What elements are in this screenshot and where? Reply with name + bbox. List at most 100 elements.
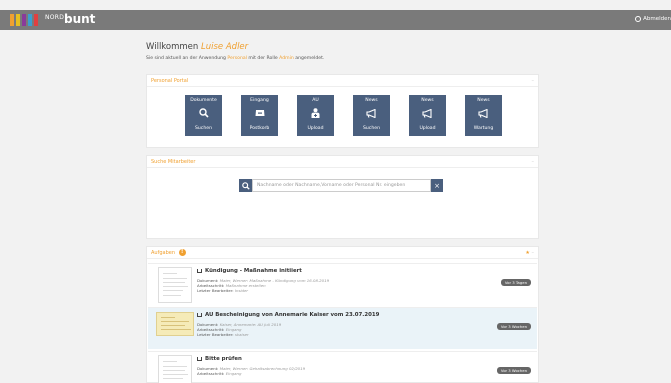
- thumb-line: [163, 378, 183, 379]
- step-label: Arbeitsschritt:: [197, 371, 225, 376]
- task-age-badge: Vor 3 Wochen: [496, 367, 531, 374]
- panel-title: Personal Portal: [151, 78, 189, 84]
- panel-header: Suche Mitarbeiter –: [147, 156, 538, 168]
- logo-bar-1: [10, 14, 14, 26]
- tile-bottom-label: Upload: [419, 126, 436, 131]
- logo-bar-5: [34, 14, 38, 26]
- tile-bottom-label: Upload: [307, 126, 324, 131]
- thumb-line: [163, 361, 177, 362]
- panel-header: Aufgaben ! ★ –: [147, 247, 538, 259]
- panel-title: Aufgaben: [151, 250, 176, 256]
- task-title[interactable]: Bitte prüfen: [197, 356, 242, 362]
- task-item[interactable]: Bitte prüfen Dokument: Maier, Werner: Ge…: [148, 351, 537, 383]
- task-item[interactable]: Kündigung - Maßnahme initiiert Dokument:…: [148, 263, 537, 305]
- tasks-panel: Aufgaben ! ★ – Kündigung - Maßnahme init…: [146, 246, 539, 383]
- personal-portal-panel: Personal Portal – Dokumente Suchen Einga…: [146, 74, 539, 148]
- search-icon: [185, 107, 222, 119]
- welcome-sub-mid: mit der Rolle: [248, 56, 278, 61]
- inbox-icon: [197, 269, 202, 273]
- tile-au-upload[interactable]: AU Upload: [297, 95, 334, 136]
- tile-news-suchen[interactable]: News Suchen: [353, 95, 390, 136]
- thumb-line: [163, 295, 181, 296]
- task-item[interactable]: AU Bescheinigung von Annemarie Kaiser vo…: [148, 307, 537, 349]
- top-bar: NORD bunt Abmelden: [0, 10, 671, 30]
- search-icon: [241, 181, 250, 190]
- role-name[interactable]: Admin: [279, 56, 294, 61]
- tile-news-wartung[interactable]: News Wartung: [465, 95, 502, 136]
- megaphone-icon: [353, 107, 390, 119]
- panel-actions[interactable]: ★ –: [525, 247, 534, 259]
- portal-tiles: Dokumente Suchen Eingang Postkorb AU Upl…: [185, 95, 502, 136]
- logout-button[interactable]: Abmelden: [635, 16, 671, 22]
- app-name[interactable]: Personal: [227, 56, 247, 61]
- editor-value: skaiser: [234, 332, 249, 337]
- search-button[interactable]: [239, 179, 252, 192]
- logo-nord: NORD: [45, 14, 65, 21]
- star-icon[interactable]: ★: [525, 250, 529, 256]
- logout-label: Abmelden: [643, 16, 671, 22]
- thumb-line: [163, 366, 187, 367]
- thumb-line: [163, 282, 185, 283]
- thumb-line: [163, 278, 187, 279]
- welcome-sub-post: angemeldet.: [295, 56, 325, 61]
- task-title[interactable]: AU Bescheinigung von Annemarie Kaiser vo…: [197, 312, 379, 318]
- logo-bar-3: [22, 14, 26, 26]
- tile-top-label: Dokumente: [190, 98, 217, 103]
- inbox-icon: [241, 107, 278, 119]
- task-step: Arbeitsschritt: Eingang: [197, 371, 241, 376]
- thumb-line: [161, 325, 185, 326]
- logo-bar-2: [16, 14, 20, 26]
- inbox-icon: [197, 357, 202, 361]
- task-editor: Letzter Bearbeiter: skaiser: [197, 332, 249, 337]
- panel-header: Personal Portal –: [147, 75, 538, 87]
- employee-search-panel: Suche Mitarbeiter – Nachname oder Nachna…: [146, 155, 539, 239]
- thumb-line: [163, 273, 177, 274]
- user-name: Luise Adler: [201, 42, 249, 52]
- tile-bottom-label: Suchen: [194, 126, 212, 131]
- welcome-heading: Willkommen Luise Adler: [146, 42, 248, 52]
- search-row: Nachname oder Nachname,Vorname oder Pers…: [239, 179, 443, 192]
- collapse-icon[interactable]: –: [532, 75, 535, 87]
- collapse-icon[interactable]: –: [532, 156, 535, 168]
- welcome-sub-pre: Sie sind aktuell an der Anwendung: [146, 56, 226, 61]
- employee-search-input[interactable]: Nachname oder Nachname,Vorname oder Pers…: [252, 179, 431, 192]
- document-thumbnail: [158, 267, 192, 303]
- tile-top-label: Eingang: [250, 98, 269, 103]
- tile-top-label: News: [477, 98, 490, 103]
- logo-bunt: bunt: [64, 12, 96, 26]
- thumb-line: [163, 286, 188, 287]
- task-title[interactable]: Kündigung - Maßnahme initiiert: [197, 268, 302, 274]
- tile-top-label: AU: [312, 98, 319, 103]
- tile-eingang-postkorb[interactable]: Eingang Postkorb: [241, 95, 278, 136]
- task-title-text: AU Bescheinigung von Annemarie Kaiser vo…: [205, 312, 380, 318]
- welcome-subtext: Sie sind aktuell an der Anwendung Person…: [146, 56, 324, 61]
- logo-bar-4: [28, 14, 32, 26]
- megaphone-icon: [465, 107, 502, 119]
- megaphone-icon: [409, 107, 446, 119]
- tile-bottom-label: Postkorb: [249, 126, 270, 131]
- thumb-line: [163, 290, 183, 291]
- task-title-text: Bitte prüfen: [205, 356, 242, 362]
- thumb-line: [161, 317, 175, 318]
- task-title-text: Kündigung - Maßnahme initiiert: [205, 268, 302, 274]
- tile-bottom-label: Suchen: [362, 126, 380, 131]
- thumb-line: [161, 321, 189, 322]
- editor-label: Letzter Bearbeiter:: [197, 288, 234, 293]
- step-value: Eingang: [225, 371, 242, 376]
- power-icon: [635, 16, 642, 22]
- task-age-badge: Vor 3 Wochen: [496, 323, 531, 330]
- document-thumbnail: [158, 355, 192, 383]
- document-thumbnail: [156, 312, 194, 336]
- task-count-badge: !: [178, 249, 186, 256]
- tile-top-label: News: [421, 98, 434, 103]
- editor-label: Letzter Bearbeiter:: [197, 332, 234, 337]
- logo-bars: [10, 14, 38, 26]
- tile-dokumente-suchen[interactable]: Dokumente Suchen: [185, 95, 222, 136]
- thumb-line: [163, 370, 185, 371]
- tile-news-upload[interactable]: News Upload: [409, 95, 446, 136]
- clear-search-button[interactable]: ×: [431, 179, 443, 192]
- panel-title: Suche Mitarbeiter: [151, 159, 196, 165]
- thumb-line: [163, 374, 188, 375]
- editor-value: Insider: [234, 288, 249, 293]
- medic-icon: [297, 107, 334, 119]
